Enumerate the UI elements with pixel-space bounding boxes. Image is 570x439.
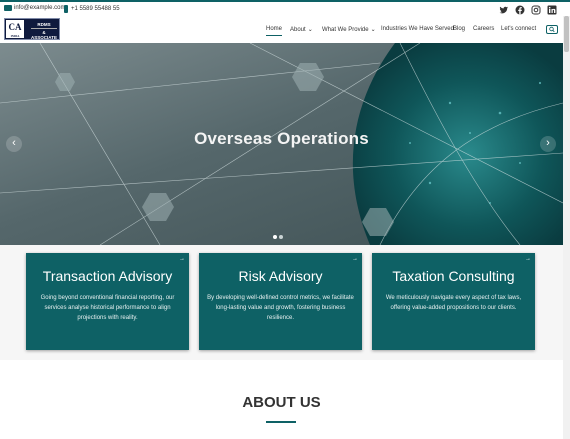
twitter-icon[interactable]	[499, 5, 509, 15]
search-icon	[549, 26, 555, 33]
email-text[interactable]: info@example.com	[14, 5, 65, 11]
service-card-description: Going beyond conventional financial repo…	[40, 295, 175, 321]
service-card-description: By developing well-defined control metri…	[207, 295, 354, 321]
company-logo[interactable]: CA INDIA RDMS & ASSOCIATE	[4, 18, 60, 40]
service-card-description: We meticulously navigate every aspect of…	[385, 295, 522, 311]
nav-lets-connect[interactable]: Let's connect	[501, 26, 536, 32]
linkedin-icon[interactable]	[547, 5, 557, 15]
chevron-down-icon: ⌄	[370, 27, 376, 33]
slider-dot-2[interactable]	[279, 235, 283, 239]
nav-what-we-provide-label: What We Provide	[322, 27, 369, 33]
nav-about-label: About	[290, 27, 306, 33]
search-button[interactable]	[546, 25, 558, 34]
main-navbar: CA INDIA RDMS & ASSOCIATE Home About ⌄ Wh…	[0, 16, 570, 43]
nav-careers[interactable]: Careers	[473, 26, 494, 32]
slider-dot-1[interactable]	[273, 235, 277, 239]
service-card-title: Taxation Consulting	[392, 268, 515, 284]
service-card-title: Risk Advisory	[238, 268, 323, 284]
scrollbar-thumb[interactable]	[564, 16, 569, 52]
envelope-icon	[4, 5, 12, 11]
service-card-title: Transaction Advisory	[42, 268, 173, 284]
nav-home[interactable]: Home	[266, 26, 283, 36]
top-contact-bar: info@example.com +1 5589 55488 55	[0, 0, 570, 16]
service-card-transaction-advisory[interactable]: → Transaction Advisory Going beyond conv…	[26, 253, 189, 350]
about-heading: ABOUT US	[242, 394, 321, 411]
arrow-icon: →	[525, 256, 531, 262]
phone-text[interactable]: +1 5589 55488 55	[71, 6, 120, 12]
arrow-icon: →	[179, 256, 185, 262]
page-scrollbar[interactable]	[563, 16, 570, 439]
phone-contact[interactable]: +1 5589 55488 55	[64, 5, 120, 13]
nav-industries[interactable]: Industries We Have Served	[381, 26, 454, 32]
hero-title: Overseas Operations	[194, 129, 369, 148]
slider-next-button[interactable]: ›	[540, 136, 556, 152]
facebook-icon[interactable]	[515, 5, 525, 15]
about-divider	[266, 421, 296, 423]
email-contact[interactable]: info@example.com	[4, 5, 65, 11]
slider-prev-button[interactable]: ‹	[6, 136, 22, 152]
service-card-risk-advisory[interactable]: → Risk Advisory By developing well-defin…	[199, 253, 362, 350]
hero-slider: Overseas Operations	[0, 43, 563, 245]
instagram-icon[interactable]	[531, 5, 541, 15]
arrow-icon: →	[352, 256, 358, 262]
logo-mark: CA INDIA	[6, 20, 24, 38]
nav-about[interactable]: About ⌄	[290, 26, 313, 33]
logo-wordmark: RDMS & ASSOCIATE	[31, 22, 57, 40]
chevron-down-icon: ⌄	[307, 27, 313, 33]
nav-what-we-provide[interactable]: What We Provide ⌄	[322, 26, 376, 33]
service-card-taxation-consulting[interactable]: → Taxation Consulting We meticulously na…	[372, 253, 535, 350]
nav-blog[interactable]: Blog	[453, 26, 465, 32]
phone-icon	[64, 5, 68, 13]
